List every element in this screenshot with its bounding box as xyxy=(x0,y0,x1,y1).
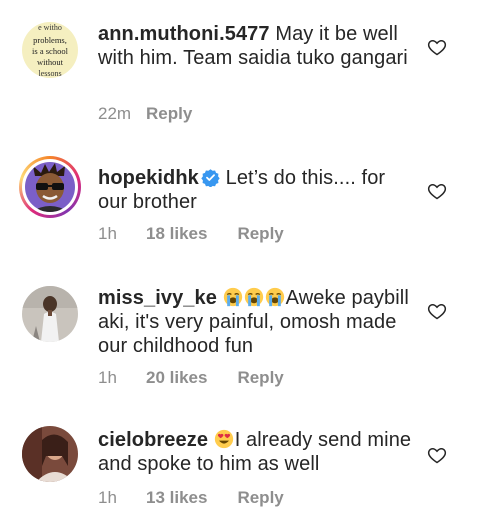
comment-timestamp: 1h xyxy=(98,368,117,387)
reply-button[interactable]: Reply xyxy=(237,368,283,388)
likes-count[interactable]: 18 likes xyxy=(146,224,207,244)
comment-text: cielobreeze I already send mine and spok… xyxy=(98,428,420,476)
comment-meta: 22m Reply xyxy=(98,104,192,124)
like-heart-icon[interactable] xyxy=(427,301,447,321)
comment-timestamp: 22m xyxy=(98,104,132,123)
comment-username[interactable]: cielobreeze xyxy=(98,429,208,451)
verified-badge-icon xyxy=(201,169,220,187)
avatar[interactable]: e witho problems, is a school without le… xyxy=(22,22,78,78)
comment-username[interactable]: hopekidhk xyxy=(98,167,199,189)
like-heart-icon[interactable] xyxy=(427,37,447,57)
avatar-quote-image: e witho problems, is a school without le… xyxy=(22,22,78,78)
avatar[interactable] xyxy=(22,286,78,342)
svg-text:problems,: problems, xyxy=(33,35,67,45)
svg-text:without: without xyxy=(37,57,64,67)
comment-timestamp: 1h xyxy=(98,224,117,243)
reply-button[interactable]: Reply xyxy=(237,488,283,508)
like-heart-icon[interactable] xyxy=(427,445,447,465)
avatar-story-ring[interactable] xyxy=(19,156,81,218)
comment-meta: 1h 20 likes Reply xyxy=(98,368,284,388)
svg-text:is a school: is a school xyxy=(32,46,69,56)
comment-text: hopekidhk Let’s do this.... for our brot… xyxy=(98,166,420,214)
avatar-photo-image xyxy=(22,426,78,482)
avatar-photo-image xyxy=(22,286,78,342)
reply-button[interactable]: Reply xyxy=(146,104,192,124)
loudly-crying-face-icon xyxy=(223,287,242,307)
comment-meta: 1h 18 likes Reply xyxy=(98,224,284,244)
avatar xyxy=(25,162,75,212)
loudly-crying-face-icon xyxy=(265,287,284,307)
comment-text: miss_ivy_ke Aweke paybill aki, it's very… xyxy=(98,286,420,358)
comment-username[interactable]: miss_ivy_ke xyxy=(98,287,217,309)
avatar-cartoon-image xyxy=(25,162,75,212)
loudly-crying-face-icon xyxy=(244,287,263,307)
reply-button[interactable]: Reply xyxy=(237,224,283,244)
smiling-face-with-heart-eyes-icon xyxy=(214,429,233,449)
comment-timestamp: 1h xyxy=(98,488,117,507)
svg-text:lessons: lessons xyxy=(38,69,61,78)
likes-count[interactable]: 20 likes xyxy=(146,368,207,388)
comment-text: ann.muthoni.5477 May it be well with him… xyxy=(98,22,420,70)
comment-meta: 1h 13 likes Reply xyxy=(98,488,284,508)
svg-text:e witho: e witho xyxy=(38,23,62,32)
comment-username[interactable]: ann.muthoni.5477 xyxy=(98,23,270,45)
likes-count[interactable]: 13 likes xyxy=(146,488,207,508)
like-heart-icon[interactable] xyxy=(427,181,447,201)
avatar[interactable] xyxy=(22,426,78,482)
